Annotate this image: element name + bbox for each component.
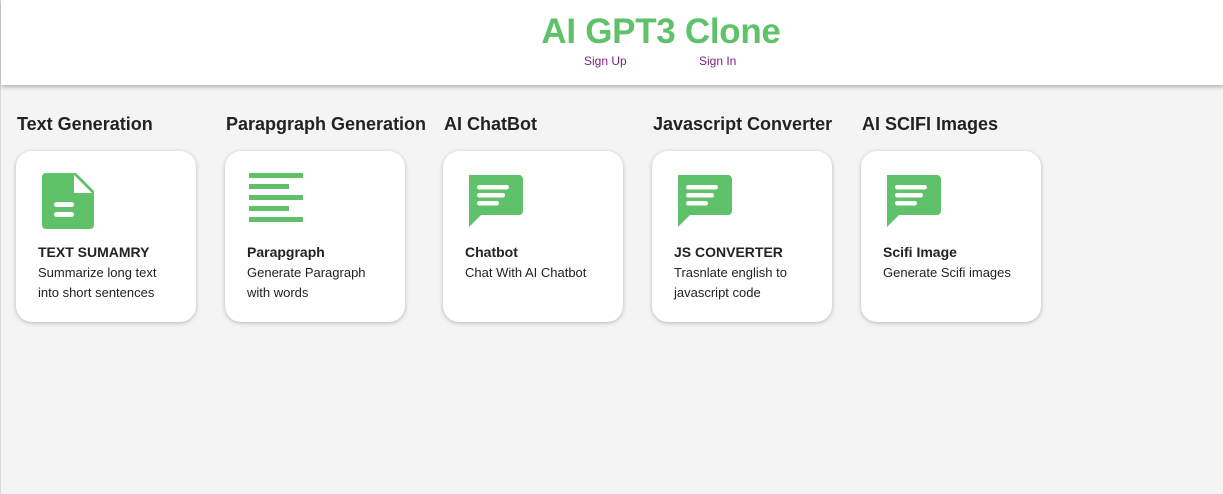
document-icon <box>42 173 94 229</box>
chat-bubble-icon <box>469 175 523 227</box>
card-description: Trasnlate english to javascript code <box>674 265 787 300</box>
chat-bubble-icon <box>887 175 941 227</box>
tool-javascript-converter: Javascript Converter JS CONVERTER Trasnl… <box>652 113 853 322</box>
paragraph-card[interactable]: Parapgraph Generate Paragraph with words <box>225 151 405 322</box>
sign-in-link[interactable]: Sign In <box>699 54 736 68</box>
card-title: Parapgraph <box>247 244 325 260</box>
sign-up-link[interactable]: Sign Up <box>584 54 627 68</box>
tool-heading: AI ChatBot <box>444 114 537 134</box>
js-converter-card[interactable]: JS CONVERTER Trasnlate english to javasc… <box>652 151 832 322</box>
page-title: AI GPT3 Clone <box>541 12 781 51</box>
tool-ai-chatbot: AI ChatBot Chatbot Chat With AI Chatbot <box>443 113 644 322</box>
card-description: Chat With AI Chatbot <box>465 265 587 280</box>
card-description: Generate Scifi images <box>883 265 1011 280</box>
tool-ai-scifi-images: AI SCIFI Images Scifi Image Generate Sci… <box>861 113 1062 322</box>
chatbot-card[interactable]: Chatbot Chat With AI Chatbot <box>443 151 623 322</box>
app-header: AI GPT3 Clone Sign Up Sign In <box>1 0 1223 85</box>
tool-paragraph-generation: Parapgraph Generation Parapgraph Generat… <box>225 113 427 322</box>
tool-text-generation: Text Generation TEXT SUMAMRY Summarize l… <box>16 113 217 322</box>
chat-bubble-icon <box>678 175 732 227</box>
tool-heading: Parapgraph Generation <box>226 114 427 134</box>
card-description: Summarize long text into short sentences <box>38 265 157 300</box>
page: AI GPT3 Clone Sign Up Sign In Text Gener… <box>0 0 1223 494</box>
tool-heading: Javascript Converter <box>653 114 833 134</box>
card-description: Generate Paragraph with words <box>247 265 366 300</box>
tool-heading: Text Generation <box>17 114 153 134</box>
card-title: JS CONVERTER <box>674 244 783 260</box>
card-title: Chatbot <box>465 244 518 260</box>
paragraph-lines-icon <box>249 173 303 222</box>
card-title: TEXT SUMAMRY <box>38 244 150 260</box>
scifi-image-card[interactable]: Scifi Image Generate Scifi images <box>861 151 1041 322</box>
tool-heading: AI SCIFI Images <box>862 114 999 134</box>
card-title: Scifi Image <box>883 244 957 260</box>
text-summary-card[interactable]: TEXT SUMAMRY Summarize long text into sh… <box>16 151 196 322</box>
